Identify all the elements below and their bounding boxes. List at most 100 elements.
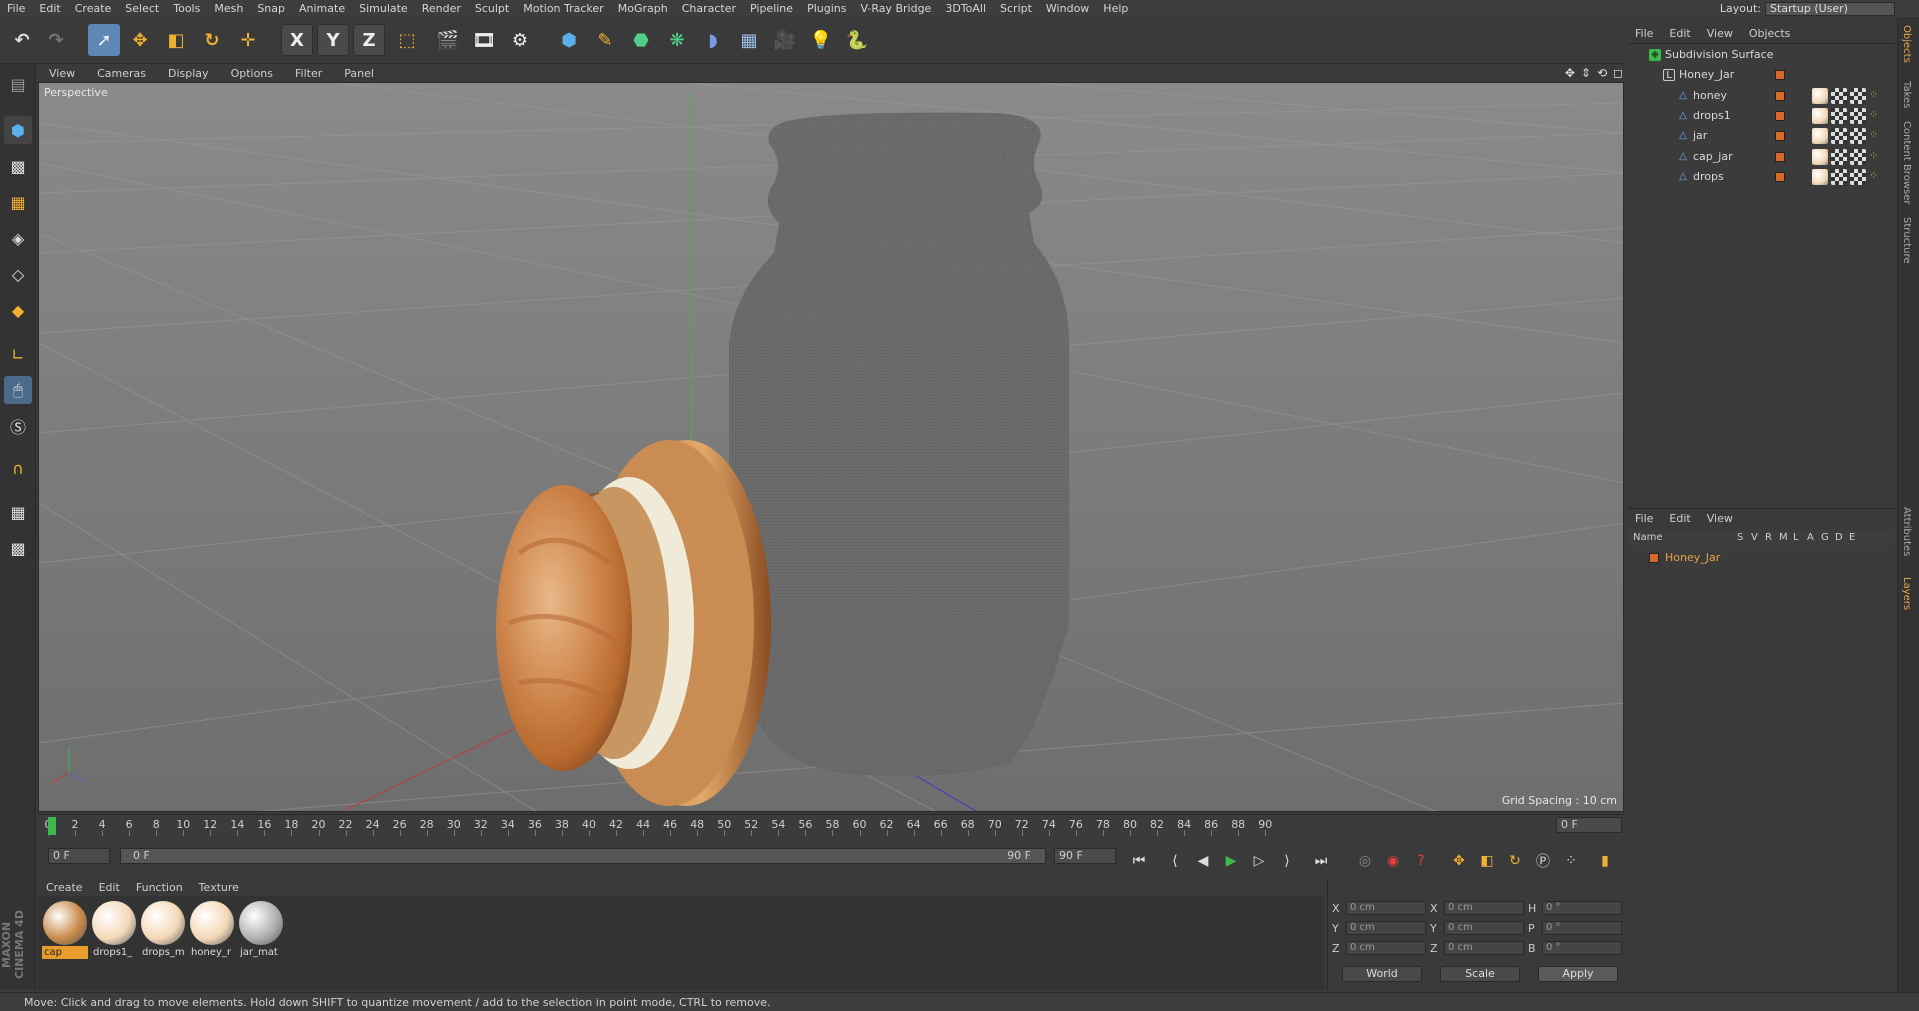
- play-icon[interactable]: ▶: [1220, 850, 1242, 872]
- menu-sculpt[interactable]: Sculpt: [468, 2, 516, 15]
- layer-color-swatch[interactable]: [1775, 70, 1785, 81]
- layer-color-swatch[interactable]: [1649, 553, 1659, 563]
- next-frame-icon[interactable]: ▷: [1248, 850, 1270, 872]
- material-tag-icon[interactable]: [1812, 168, 1828, 185]
- key-scale-icon[interactable]: ◧: [1476, 850, 1498, 872]
- menu-mesh[interactable]: Mesh: [207, 2, 250, 15]
- phong-tag-icon[interactable]: [1850, 148, 1866, 165]
- side-tab-objects[interactable]: Objects: [1901, 25, 1912, 63]
- object-row[interactable]: △ jar ⁘: [1627, 126, 1895, 146]
- layer-color-swatch[interactable]: [1775, 110, 1785, 121]
- menu-animate[interactable]: Animate: [292, 2, 352, 15]
- planar-workplane-icon[interactable]: ▩: [4, 534, 32, 562]
- layer-color-swatch[interactable]: [1775, 131, 1785, 142]
- object-row[interactable]: △ honey ⁘: [1627, 86, 1895, 106]
- object-menu-edit[interactable]: Edit: [1661, 27, 1698, 40]
- menu-help[interactable]: Help: [1096, 2, 1135, 15]
- playhead[interactable]: [48, 817, 56, 835]
- scale-dropdown[interactable]: Scale: [1440, 966, 1520, 982]
- render-settings-icon[interactable]: ⚙: [504, 24, 536, 56]
- dolly-icon[interactable]: ⇕: [1581, 66, 1591, 80]
- scale-tool-icon[interactable]: ◧: [160, 24, 192, 56]
- material-swatch[interactable]: drops_m: [140, 900, 186, 958]
- menu-file[interactable]: File: [0, 2, 32, 15]
- material-tag-icon[interactable]: [1812, 148, 1828, 165]
- material-swatch[interactable]: honey_r: [189, 900, 235, 958]
- recent-tool-icon[interactable]: ✛: [232, 24, 264, 56]
- material-menu-create[interactable]: Create: [38, 881, 91, 894]
- uv-tag-icon[interactable]: [1831, 148, 1847, 165]
- layer-color-swatch[interactable]: [1775, 90, 1785, 101]
- menu-select[interactable]: Select: [118, 2, 166, 15]
- layer-color-swatch[interactable]: [1775, 171, 1785, 182]
- object-row[interactable]: ◆ Subdivision Surface: [1627, 45, 1895, 65]
- world-dropdown[interactable]: World: [1342, 966, 1422, 982]
- redo-icon[interactable]: ↷: [40, 24, 72, 56]
- axis-mode-icon[interactable]: ∟: [4, 340, 32, 368]
- texture-mode-icon[interactable]: ▩: [4, 152, 32, 180]
- key-pla-icon[interactable]: ⁘: [1560, 850, 1582, 872]
- object-row[interactable]: L Honey_Jar: [1627, 65, 1895, 85]
- prev-frame-icon[interactable]: ◀: [1192, 850, 1214, 872]
- render-picture-viewer-icon[interactable]: 🎞: [468, 24, 500, 56]
- workplane-mode-icon[interactable]: ▦: [4, 188, 32, 216]
- viewport-menu-cameras[interactable]: Cameras: [86, 67, 157, 80]
- deformer-icon[interactable]: ◗: [697, 24, 729, 56]
- uv-tag-icon[interactable]: [1831, 128, 1847, 145]
- live-selection-icon[interactable]: ➚: [88, 24, 120, 56]
- layer-menu-view[interactable]: View: [1699, 512, 1741, 525]
- pen-spline-icon[interactable]: ✎: [589, 24, 621, 56]
- make-editable-icon[interactable]: ▤: [4, 70, 32, 98]
- viewport-menu-display[interactable]: Display: [157, 67, 220, 80]
- render-view-icon[interactable]: 🎬: [432, 24, 464, 56]
- timeline-window-icon[interactable]: ▮: [1594, 850, 1616, 872]
- perspective-viewport[interactable]: Perspective Grid Spacing : 10 cm: [38, 82, 1624, 812]
- current-frame-field[interactable]: 0 F: [1556, 817, 1622, 833]
- goto-end-icon[interactable]: ⏭: [1310, 850, 1332, 872]
- cloner-icon[interactable]: ❋: [661, 24, 693, 56]
- coord-value-field[interactable]: 0 cm: [1346, 941, 1426, 955]
- material-menu-texture[interactable]: Texture: [191, 881, 247, 894]
- material-tag-icon[interactable]: [1812, 128, 1828, 145]
- workplane-lock-icon[interactable]: ▦: [4, 498, 32, 526]
- coord-value-field[interactable]: 0 cm: [1346, 921, 1426, 935]
- material-swatch[interactable]: cap: [42, 900, 88, 959]
- key-parameter-icon[interactable]: Ⓟ: [1532, 850, 1554, 872]
- selection-tag-icon[interactable]: ⁘: [1869, 107, 1885, 124]
- light-icon[interactable]: 💡: [805, 24, 837, 56]
- pan-icon[interactable]: ✥: [1565, 66, 1575, 80]
- prev-key-icon[interactable]: ⟨: [1164, 850, 1186, 872]
- side-tab-layers[interactable]: Layers: [1901, 577, 1912, 610]
- material-tag-icon[interactable]: [1812, 87, 1828, 104]
- side-tab-attributes[interactable]: Attributes: [1901, 507, 1912, 556]
- menu-motion-tracker[interactable]: Motion Tracker: [516, 2, 610, 15]
- x-axis-button[interactable]: X: [281, 24, 313, 56]
- menu-edit[interactable]: Edit: [32, 2, 67, 15]
- material-swatch[interactable]: jar_mat: [238, 900, 284, 958]
- coord-value-field[interactable]: 0 °: [1542, 921, 1622, 935]
- side-tab-content-browser[interactable]: Content Browser: [1901, 121, 1912, 204]
- magnet-icon[interactable]: ∩: [4, 454, 32, 482]
- polygons-mode-icon[interactable]: ◆: [4, 296, 32, 324]
- object-menu-view[interactable]: View: [1699, 27, 1741, 40]
- layer-color-swatch[interactable]: [1775, 151, 1785, 162]
- phong-tag-icon[interactable]: [1850, 128, 1866, 145]
- selection-tag-icon[interactable]: ⁘: [1869, 148, 1885, 165]
- object-row[interactable]: △ cap_jar ⁘: [1627, 147, 1895, 167]
- object-menu-objects[interactable]: Objects: [1741, 27, 1799, 40]
- selection-tag-icon[interactable]: ⁘: [1869, 168, 1885, 185]
- menu-v-ray-bridge[interactable]: V-Ray Bridge: [853, 2, 938, 15]
- layout-dropdown[interactable]: Startup (User): [1765, 1, 1895, 16]
- end-frame-field[interactable]: 90 F: [1054, 848, 1116, 864]
- side-tab-takes[interactable]: Takes: [1901, 81, 1912, 108]
- maximize-icon[interactable]: ◻: [1613, 66, 1623, 80]
- phong-tag-icon[interactable]: [1850, 87, 1866, 104]
- snap-icon[interactable]: Ⓢ: [4, 412, 32, 440]
- edges-mode-icon[interactable]: ◇: [4, 260, 32, 288]
- side-tab-structure[interactable]: Structure: [1901, 217, 1912, 264]
- menu-plugins[interactable]: Plugins: [800, 2, 853, 15]
- menu-mograph[interactable]: MoGraph: [611, 2, 675, 15]
- menu-render[interactable]: Render: [415, 2, 468, 15]
- layer-menu-file[interactable]: File: [1627, 512, 1661, 525]
- model-mode-icon[interactable]: ⬢: [4, 116, 32, 144]
